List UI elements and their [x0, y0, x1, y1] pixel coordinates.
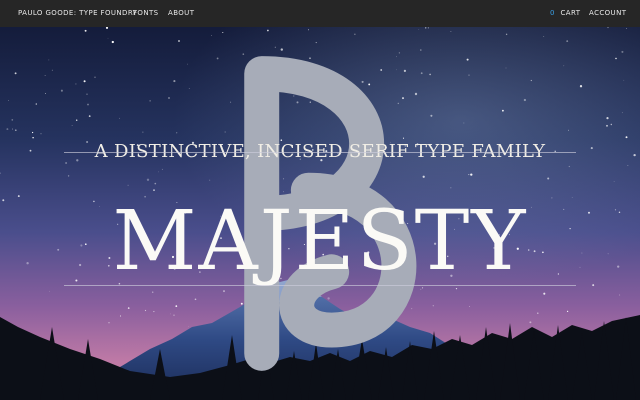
- brand-link[interactable]: PAULO GOODE: TYPE FOUNDRY: [18, 9, 137, 17]
- nav-about-link[interactable]: ABOUT: [168, 9, 194, 17]
- account-link[interactable]: ACCOUNT: [589, 9, 626, 17]
- hero-section: A DISTINCTIVE, INCISED SERIF TYPE FAMILY…: [0, 27, 640, 400]
- nav-fonts-link[interactable]: FONTS: [133, 9, 159, 17]
- top-navigation-bar: PAULO GOODE: TYPE FOUNDRY FONTS ABOUT 0 …: [0, 0, 640, 27]
- title-divider: [64, 285, 576, 286]
- tagline-divider: [64, 152, 576, 153]
- cart-count-badge: 0: [550, 9, 555, 17]
- cart-link[interactable]: 0 CART: [550, 9, 580, 17]
- hero-title: MAJESTY: [112, 194, 528, 289]
- cart-label: CART: [560, 9, 581, 17]
